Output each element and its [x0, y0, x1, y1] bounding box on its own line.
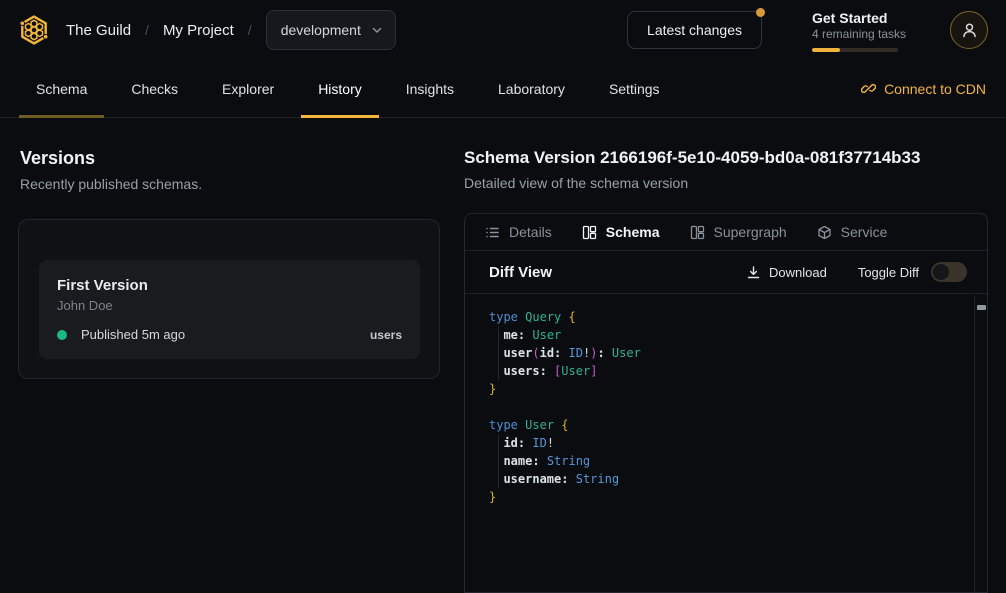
main-content: Versions Recently published schemas. Fir…: [0, 118, 1006, 563]
list-icon: [485, 225, 500, 240]
tab-explorer[interactable]: Explorer: [205, 60, 291, 117]
chevron-down-icon: [371, 24, 383, 36]
code-line: users: [User]: [489, 362, 974, 380]
top-bar-right: Latest changes Get Started 4 remaining t…: [627, 9, 988, 52]
code-line: id: ID!: [489, 434, 974, 452]
tab-schema[interactable]: Schema: [19, 60, 104, 117]
cube-icon: [817, 225, 832, 240]
tab-label: Service: [841, 224, 888, 240]
code-line: user(id: ID!): User: [489, 344, 974, 362]
diff-view-actions: Download Toggle Diff: [746, 262, 967, 282]
toggle-diff-label: Toggle Diff: [858, 265, 919, 280]
toggle-diff-switch[interactable]: [931, 262, 967, 282]
code-line: username: String: [489, 470, 974, 488]
version-service-badge: users: [370, 328, 402, 342]
tab-history[interactable]: History: [301, 60, 379, 117]
tab-label: Laboratory: [498, 81, 565, 97]
tab-label: Insights: [406, 81, 454, 97]
code-line: }: [489, 380, 974, 398]
version-status-row: Published 5m ago users: [57, 327, 402, 342]
breadcrumb-org[interactable]: The Guild: [66, 22, 131, 39]
top-bar: The Guild / My Project / development Lat…: [0, 0, 1006, 60]
toggle-knob: [933, 264, 949, 280]
columns-icon: [582, 225, 597, 240]
published-status-dot: [57, 330, 67, 340]
tab-label: Details: [509, 224, 552, 240]
code-scrollbar[interactable]: [974, 295, 987, 592]
tab-label: Checks: [131, 81, 178, 97]
download-label: Download: [769, 265, 827, 280]
connect-to-cdn-link[interactable]: Connect to CDN: [861, 60, 986, 117]
get-started-progress-fill: [812, 48, 840, 52]
schema-version-column: Schema Version 2166196f-5e10-4059-bd0a-0…: [464, 118, 1006, 563]
download-button[interactable]: Download: [746, 265, 827, 280]
target-selector-value: development: [281, 22, 361, 38]
link-icon: [861, 81, 876, 96]
code-line: type Query {: [489, 308, 974, 326]
hive-logo-icon[interactable]: [16, 12, 52, 48]
code-line: type User {: [489, 416, 974, 434]
tab-settings[interactable]: Settings: [592, 60, 677, 117]
latest-changes-button[interactable]: Latest changes: [627, 11, 762, 49]
user-avatar[interactable]: [950, 11, 988, 49]
version-author: John Doe: [57, 298, 402, 313]
versions-column: Versions Recently published schemas. Fir…: [0, 118, 464, 563]
breadcrumb-separator: /: [248, 22, 252, 38]
tab-insights[interactable]: Insights: [389, 60, 471, 117]
schema-sdl-code[interactable]: type Query { me: User user(id: ID!): Use…: [465, 295, 974, 592]
diff-view-header: Diff View Download Toggle Diff: [465, 251, 987, 294]
breadcrumb: The Guild / My Project /: [66, 22, 252, 39]
schema-version-subtitle: Detailed view of the schema version: [464, 175, 988, 191]
versions-title: Versions: [20, 147, 440, 169]
tab-label: Schema: [36, 81, 87, 97]
latest-changes-label: Latest changes: [647, 22, 742, 38]
tab-supergraph[interactable]: Supergraph: [690, 224, 787, 240]
version-list-item[interactable]: First Version John Doe Published 5m ago …: [39, 260, 420, 359]
breadcrumb-project[interactable]: My Project: [163, 22, 234, 39]
columns-icon: [690, 225, 705, 240]
code-scrollbar-thumb[interactable]: [977, 305, 986, 310]
tab-details[interactable]: Details: [485, 224, 552, 240]
tab-label: Supergraph: [714, 224, 787, 240]
diff-view-title: Diff View: [489, 264, 552, 281]
versions-card: First Version John Doe Published 5m ago …: [18, 219, 440, 379]
get-started-subtitle: 4 remaining tasks: [812, 27, 900, 42]
person-icon: [961, 22, 978, 39]
target-selector[interactable]: development: [266, 10, 396, 50]
tab-laboratory[interactable]: Laboratory: [481, 60, 582, 117]
code-line: me: User: [489, 326, 974, 344]
tab-label: Explorer: [222, 81, 274, 97]
version-name: First Version: [57, 276, 402, 295]
code-line: [489, 398, 974, 416]
get-started-widget[interactable]: Get Started 4 remaining tasks: [812, 9, 900, 52]
connect-to-cdn-label: Connect to CDN: [884, 81, 986, 97]
breadcrumb-separator: /: [145, 22, 149, 38]
tab-schema-view[interactable]: Schema: [582, 224, 660, 240]
tab-label: History: [318, 81, 362, 97]
download-icon: [746, 265, 761, 280]
version-status: Published 5m ago: [81, 327, 185, 342]
tab-checks[interactable]: Checks: [114, 60, 195, 117]
code-line: }: [489, 488, 974, 506]
tab-label: Schema: [606, 224, 660, 240]
tab-label: Settings: [609, 81, 660, 97]
schema-version-title: Schema Version 2166196f-5e10-4059-bd0a-0…: [464, 147, 988, 168]
detail-tabs: Details Schema: [465, 214, 987, 251]
target-nav: Schema Checks Explorer History Insights …: [0, 60, 1006, 118]
code-line: name: String: [489, 452, 974, 470]
schema-version-panel: Details Schema: [464, 213, 988, 593]
tab-service[interactable]: Service: [817, 224, 888, 240]
get-started-title: Get Started: [812, 9, 900, 27]
notification-dot: [756, 8, 765, 17]
versions-subtitle: Recently published schemas.: [20, 176, 440, 192]
get-started-progress-bar: [812, 48, 898, 52]
